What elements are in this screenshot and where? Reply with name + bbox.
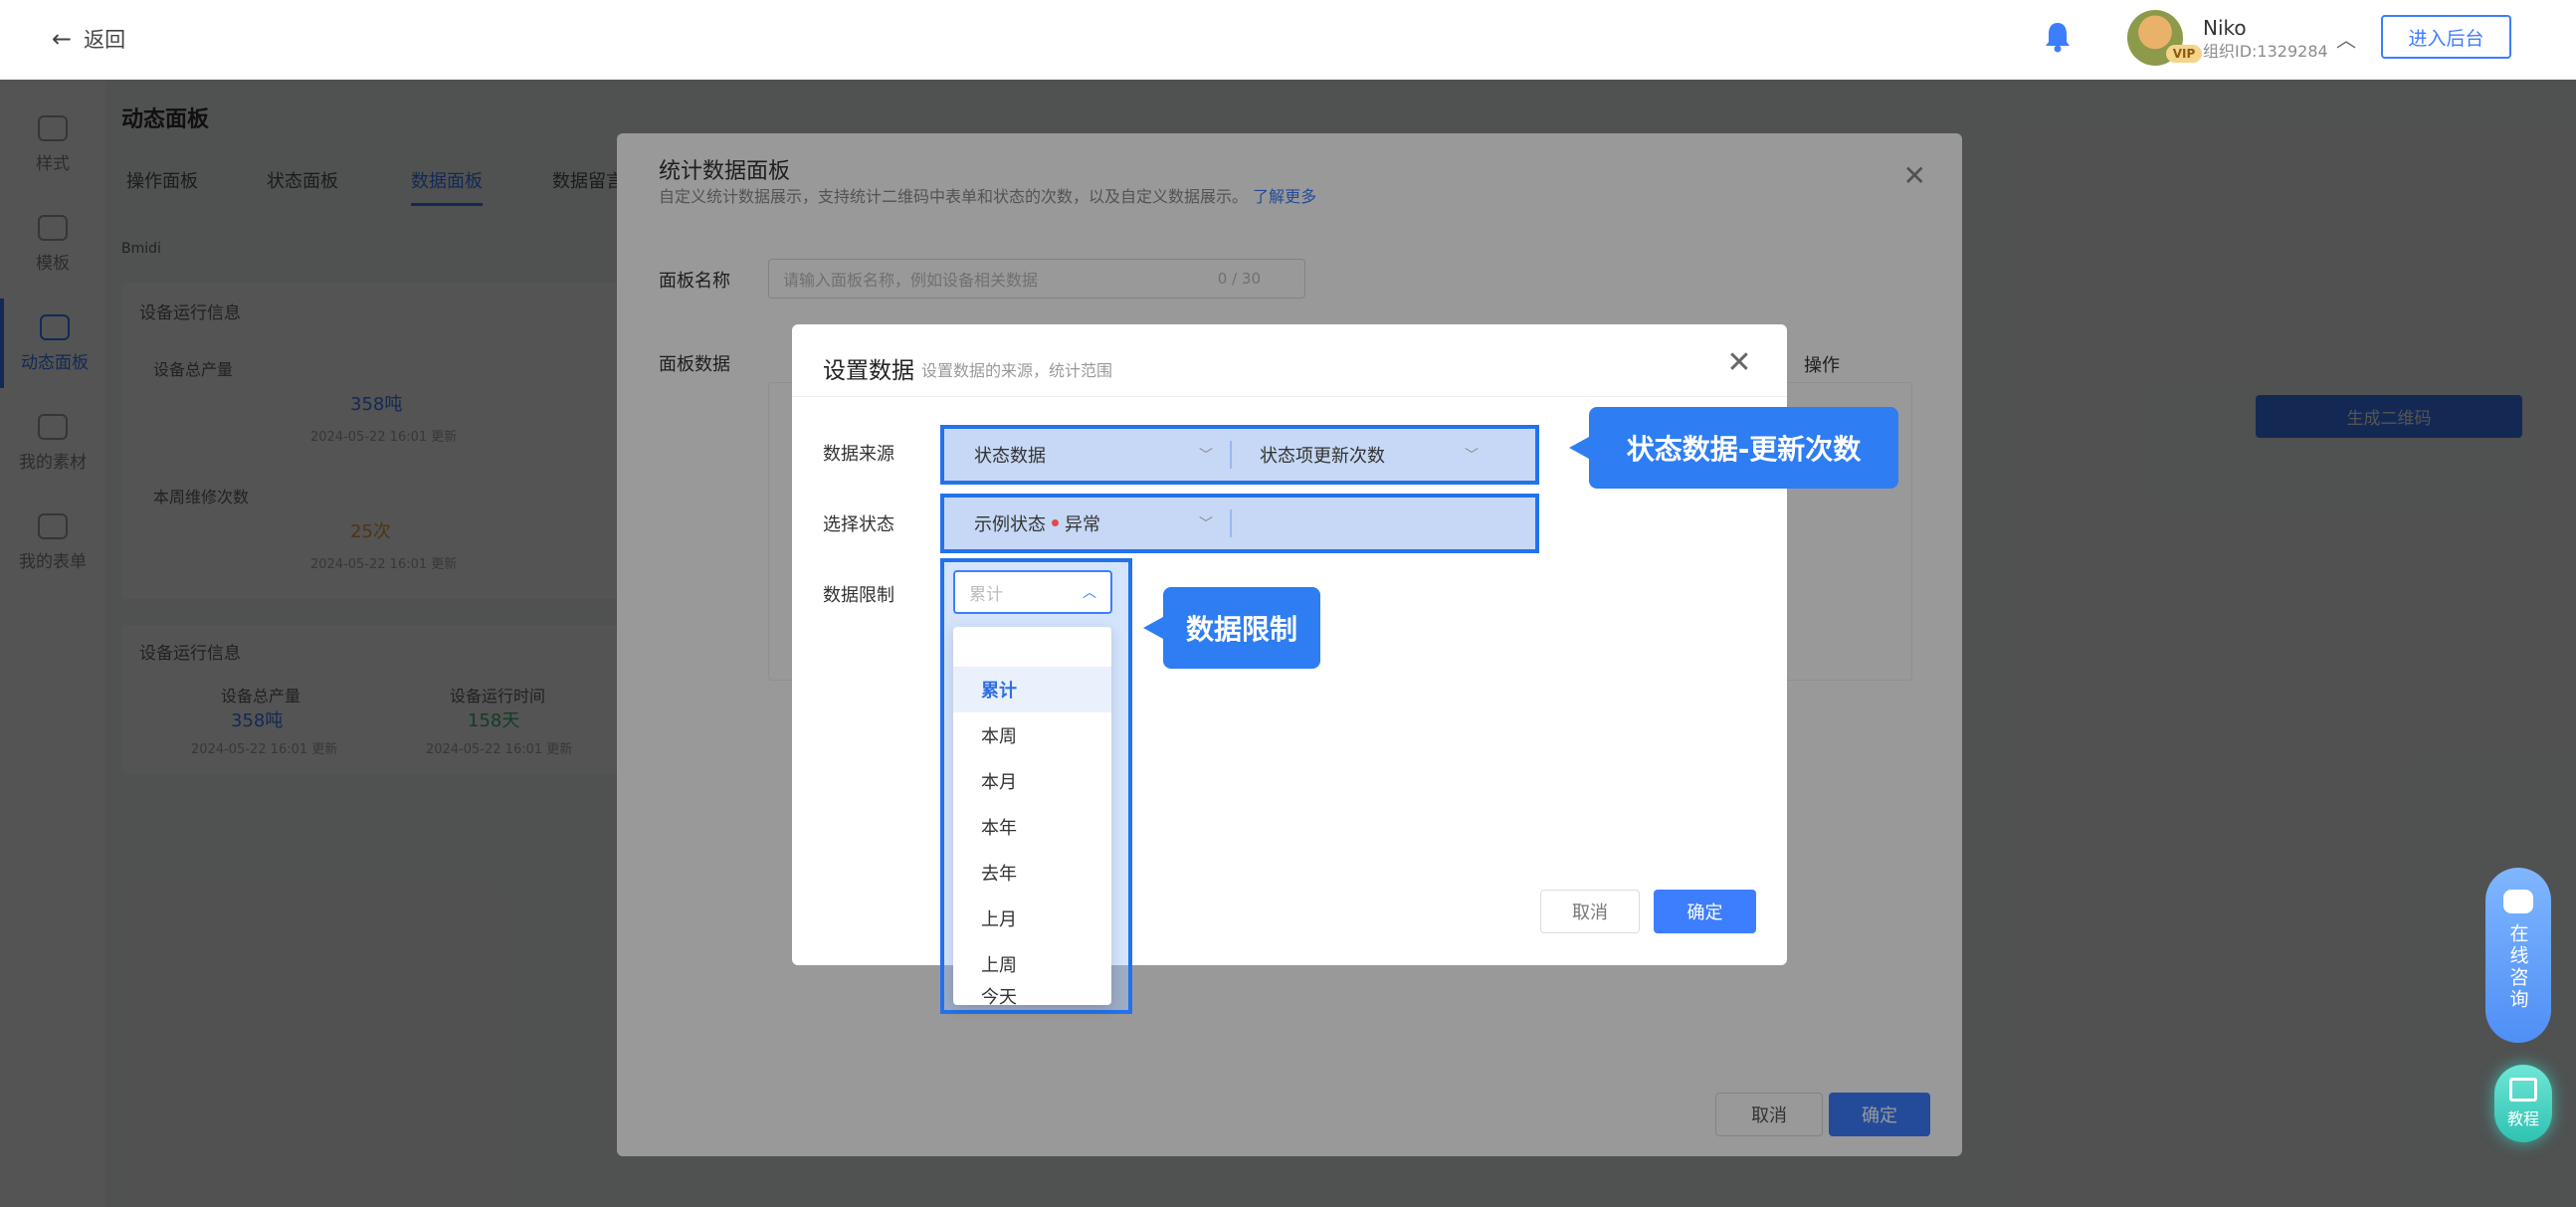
back-button[interactable]: ← 返回 bbox=[52, 22, 125, 56]
chevron-up-icon[interactable]: ︿ bbox=[2336, 24, 2356, 53]
chat-icon bbox=[2503, 890, 2533, 913]
chevron-down-icon: ﹀ bbox=[1465, 448, 1479, 464]
status-select[interactable]: 示例状态 异常 ﹀ bbox=[948, 502, 1227, 545]
book-icon bbox=[2509, 1078, 2537, 1102]
chevron-up-icon: ︿ bbox=[1083, 585, 1096, 601]
option-today[interactable]: 今天 bbox=[953, 987, 1111, 1008]
user-org-id: 组织ID:1329284 bbox=[2203, 42, 2328, 61]
data-limit-select[interactable]: 累计 ︿ bbox=[953, 570, 1112, 614]
data-limit-dropdown: 累计 本周 本月 本年 去年 上月 上周 今天 bbox=[953, 627, 1111, 1008]
callout-data-limit: 数据限制 bbox=[1143, 587, 1320, 669]
top-bar: ← 返回 VIP Niko 组织ID:1329284 ︿ 进入后台 bbox=[0, 0, 2576, 80]
chevron-down-icon: ﹀ bbox=[1199, 448, 1213, 464]
data-source-select[interactable]: 状态数据 ﹀ bbox=[948, 433, 1227, 477]
select-status-label: 选择状态 bbox=[823, 514, 894, 535]
tutorial-button[interactable]: 教程 bbox=[2494, 1065, 2552, 1142]
modal-title: 设置数据 bbox=[823, 358, 914, 384]
option-last-month[interactable]: 上月 bbox=[953, 896, 1111, 941]
close-icon[interactable]: ✕ bbox=[1721, 344, 1757, 380]
select-status-highlight: 示例状态 异常 ﹀ bbox=[940, 494, 1539, 553]
bell-icon[interactable] bbox=[2042, 20, 2074, 54]
option-cumulative[interactable]: 累计 bbox=[953, 667, 1111, 712]
online-consult-button[interactable]: 在线咨询 bbox=[2485, 868, 2551, 1043]
status-dot bbox=[1052, 518, 1059, 526]
option-this-week[interactable]: 本周 bbox=[953, 712, 1111, 758]
cancel-button[interactable]: 取消 bbox=[1540, 890, 1640, 933]
data-source-label: 数据来源 bbox=[823, 444, 894, 465]
separator bbox=[1230, 509, 1232, 537]
enter-admin-button[interactable]: 进入后台 bbox=[2381, 15, 2511, 59]
chevron-down-icon: ﹀ bbox=[1199, 516, 1213, 532]
data-source-highlight: 状态数据 ﹀ 状态项更新次数 ﹀ bbox=[940, 425, 1539, 485]
user-name: Niko bbox=[2203, 16, 2247, 40]
option-last-year[interactable]: 去年 bbox=[953, 850, 1111, 896]
confirm-button[interactable]: 确定 bbox=[1654, 890, 1756, 933]
back-label: 返回 bbox=[84, 28, 126, 52]
separator bbox=[1230, 441, 1232, 469]
divider bbox=[792, 396, 1787, 397]
option-this-month[interactable]: 本月 bbox=[953, 758, 1111, 804]
option-last-week[interactable]: 上周 bbox=[953, 941, 1111, 987]
arrow-left-icon: ← bbox=[52, 25, 73, 53]
callout-data-source: 状态数据-更新次数 bbox=[1569, 407, 1898, 489]
vip-badge: VIP bbox=[2166, 45, 2202, 63]
data-item-select[interactable]: 状态项更新次数 ﹀ bbox=[1234, 433, 1492, 477]
data-limit-label: 数据限制 bbox=[823, 585, 894, 606]
modal-subtitle: 设置数据的来源，统计范围 bbox=[921, 361, 1113, 380]
option-this-year[interactable]: 本年 bbox=[953, 804, 1111, 850]
